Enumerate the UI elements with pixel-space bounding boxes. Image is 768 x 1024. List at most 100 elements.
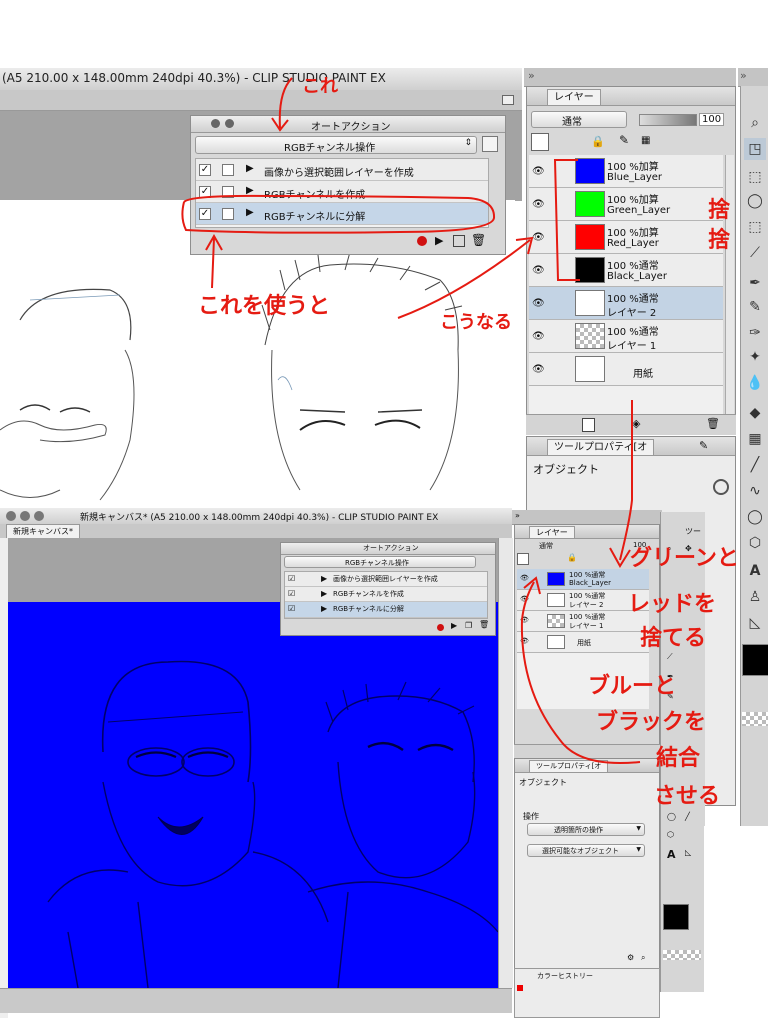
second-blend-mode[interactable]: 通常 [539, 541, 553, 551]
transparent-swatch[interactable] [742, 712, 768, 726]
item-enabled-checkbox[interactable]: ✓ [199, 208, 211, 220]
history-swatch[interactable] [517, 985, 523, 991]
gradient-icon[interactable]: ▦ [744, 428, 766, 450]
eye-icon[interactable]: 👁 [532, 331, 545, 342]
expand-arrow-icon[interactable]: ▶ [321, 604, 327, 613]
magnifier-icon[interactable]: ⌕ [641, 953, 645, 963]
brush-icon[interactable]: ✎ [744, 296, 766, 318]
tab-tool-property[interactable]: ツールプロパティ[オ [547, 439, 655, 455]
duplicate-icon[interactable]: ❐ [465, 621, 472, 630]
window-zoom-icon[interactable] [34, 511, 44, 521]
layer-row[interactable]: 👁 100 %通常 Black_Layer [529, 254, 723, 287]
list-item[interactable]: ☑ ▶ RGBチャンネルに分解 [285, 602, 487, 618]
main-color-swatch[interactable] [663, 904, 689, 930]
layer-row[interactable]: 👁 用紙 [529, 353, 723, 386]
new-layer-icon[interactable] [531, 133, 549, 151]
second-tool-tab[interactable]: ツー [685, 526, 701, 537]
fill-icon[interactable]: ◆ [744, 402, 766, 424]
expand-arrow-icon[interactable]: ▶ [321, 574, 327, 583]
lock-icon[interactable]: 🔒 [591, 135, 605, 148]
selectable-object-dropdown[interactable]: 選択可能なオブジェクト ▼ [527, 844, 645, 857]
main-color-swatch[interactable] [742, 644, 768, 676]
eyedropper-icon[interactable]: ⟋ [667, 652, 673, 662]
item-checkbox[interactable]: ☑ [288, 574, 295, 583]
opacity-slider[interactable] [639, 114, 697, 126]
blend-mode-dropdown[interactable]: 通常 [531, 111, 627, 128]
pen-tool-icon[interactable]: ✒ [744, 272, 766, 294]
new-layer-icon[interactable] [517, 553, 529, 565]
item-dialog-checkbox[interactable] [222, 164, 234, 176]
play-icon[interactable]: ▶ [451, 621, 457, 630]
ellipse-icon[interactable]: ◯ [744, 506, 766, 528]
eye-icon[interactable]: 👁 [532, 265, 545, 276]
polygon-icon[interactable]: ⬡ [744, 532, 766, 554]
airbrush-icon[interactable]: ✑ [744, 322, 766, 344]
line-icon[interactable]: ╱ [744, 454, 766, 476]
line-icon[interactable]: ╱ [685, 812, 690, 821]
record-icon[interactable] [417, 236, 427, 246]
new-set-icon[interactable] [482, 136, 498, 152]
polygon-icon[interactable]: ⬡ [667, 830, 674, 839]
item-enabled-checkbox[interactable]: ✓ [199, 186, 211, 198]
lock-icon[interactable]: 🔒 [567, 553, 577, 562]
eye-icon[interactable]: 👁 [520, 595, 529, 603]
transparent-operation-dropdown[interactable]: 透明箇所の操作 ▼ [527, 823, 645, 836]
second-window-scrollbar[interactable] [498, 538, 513, 988]
eye-icon[interactable]: 👁 [520, 616, 529, 624]
layer-merge-icon[interactable]: ◈ [632, 417, 640, 430]
list-item[interactable]: ✓ ▶ RGBチャンネルを作成 [196, 181, 488, 203]
tabstrip-close-icon[interactable] [502, 95, 514, 105]
balloon-icon[interactable]: ♙ [744, 586, 766, 608]
ruler-icon[interactable]: ◺ [685, 848, 691, 857]
panel-minimize-icon[interactable] [225, 119, 234, 128]
item-dialog-checkbox[interactable] [222, 186, 234, 198]
tab-layer[interactable]: レイヤー [547, 89, 601, 105]
list-item[interactable]: ☑ ▶ RGBチャンネルを作成 [285, 587, 487, 602]
eye-icon[interactable]: 👁 [532, 232, 545, 243]
play-icon[interactable]: ▶ [435, 234, 443, 247]
object-select-icon[interactable]: ◳ [744, 138, 766, 160]
tab-layer[interactable]: レイヤー [529, 526, 575, 538]
layer-row[interactable]: 👁 100 %通常 レイヤー 2 [529, 287, 723, 320]
tab-tool-property[interactable]: ツールプロパティ[オ [529, 760, 609, 772]
duplicate-icon[interactable] [453, 235, 465, 247]
zoom-icon[interactable]: ⌕ [744, 112, 766, 134]
transparent-swatch[interactable] [663, 950, 701, 960]
list-item[interactable]: ✓ ▶ 画像から選択範囲レイヤーを作成 [196, 159, 488, 181]
panel-close-icon[interactable] [211, 119, 220, 128]
layer-row[interactable]: 👁 100 %加算 Green_Layer [529, 188, 723, 221]
window-close-icon[interactable] [6, 511, 16, 521]
expand-arrow-icon[interactable]: ▶ [246, 207, 254, 218]
lock-alpha-icon[interactable]: ▦ [641, 135, 650, 146]
auto-action-set-dropdown[interactable]: RGBチャンネル操作 ⇕ [195, 136, 477, 154]
list-item[interactable]: ☑ ▶ 画像から選択範囲レイヤーを作成 [285, 572, 487, 587]
selection-pen-icon[interactable]: ⬚ [744, 216, 766, 238]
layer-new-icon[interactable] [582, 418, 595, 432]
layer-delete-icon[interactable]: 🗑 [706, 417, 720, 430]
trash-icon[interactable]: 🗑 [471, 233, 486, 247]
decoration-icon[interactable]: ✦ [744, 346, 766, 368]
opacity-value[interactable]: 100 [699, 113, 725, 126]
layer-row[interactable]: 👁 100 %加算 Blue_Layer [529, 155, 723, 188]
window-minimize-icon[interactable] [20, 511, 30, 521]
eye-icon[interactable]: 👁 [532, 199, 545, 210]
item-dialog-checkbox[interactable] [222, 208, 234, 220]
text-icon[interactable]: A [744, 560, 766, 582]
eye-icon[interactable]: 👁 [532, 166, 545, 177]
text-icon[interactable]: A [667, 848, 676, 861]
trash-icon[interactable]: 🗑 [479, 620, 489, 629]
blue-canvas[interactable] [8, 602, 499, 989]
lasso-icon[interactable]: ◯ [744, 190, 766, 212]
eye-icon[interactable]: 👁 [532, 298, 545, 309]
expand-arrow-icon[interactable]: ▶ [321, 589, 327, 598]
item-checkbox[interactable]: ☑ [288, 589, 295, 598]
expand-arrow-icon[interactable]: ▶ [246, 185, 254, 196]
wrench-icon[interactable]: ✎ [699, 439, 708, 452]
eyedropper-icon[interactable]: ⟋ [744, 242, 766, 264]
ruler-icon[interactable]: ◺ [744, 612, 766, 634]
dock-collapse-icon[interactable]: » [515, 511, 520, 520]
eye-icon[interactable]: 👁 [532, 364, 545, 375]
eye-icon[interactable]: 👁 [520, 574, 529, 582]
layer-row[interactable]: 👁 用紙 [517, 632, 649, 653]
marquee-icon[interactable]: ⬚ [744, 166, 766, 188]
